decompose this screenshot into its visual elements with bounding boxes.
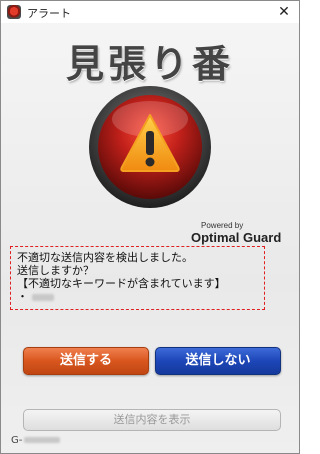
window-title: アラート <box>27 7 71 20</box>
send-button[interactable]: 送信する <box>23 347 149 375</box>
alert-content: 見張り番 Powered by Optimal Guard 不適切な送信内容を検… <box>1 23 299 453</box>
title-bar: アラート ✕ <box>1 1 299 23</box>
brand-logo: Optimal Guard <box>191 230 282 245</box>
detection-message: 不適切な送信内容を検出しました。 送信しますか？ 【不適切なキーワードが含まれて… <box>10 246 265 310</box>
app-title: 見張り番 <box>65 42 234 86</box>
show-content-button[interactable]: 送信内容を表示 <box>23 409 281 431</box>
redacted-code <box>24 437 61 443</box>
redacted-keyword <box>32 293 54 301</box>
powered-by-label: Powered by <box>201 221 244 230</box>
warning-emblem-icon <box>89 86 211 208</box>
close-icon[interactable]: ✕ <box>275 3 293 21</box>
app-icon <box>7 5 21 19</box>
cancel-send-button[interactable]: 送信しない <box>155 347 281 375</box>
alert-window: アラート ✕ 見張り番 Powered by Optimal Guard 不適切… <box>0 0 300 454</box>
message-line-2: 送信しますか？ <box>17 264 94 277</box>
message-line-4: ・ <box>17 290 258 303</box>
message-line-1: 不適切な送信内容を検出しました。 <box>17 251 193 264</box>
footer-code: G- <box>11 435 61 446</box>
keyword-bullet: ・ <box>17 290 28 303</box>
footer-code-prefix: G- <box>11 435 23 446</box>
message-line-3: 【不適切なキーワードが含まれています】 <box>17 277 226 290</box>
